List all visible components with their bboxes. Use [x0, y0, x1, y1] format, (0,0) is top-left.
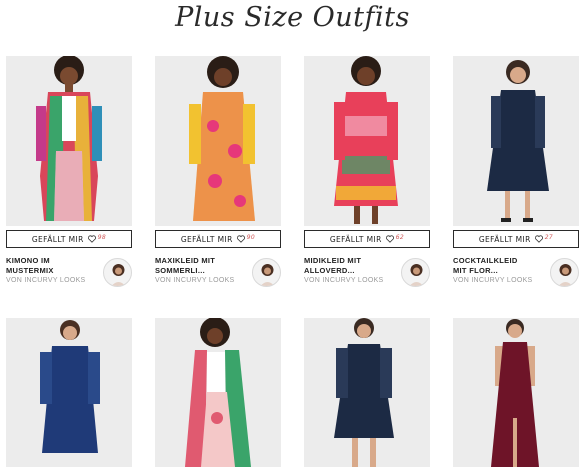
outfit-photo[interactable]	[304, 318, 430, 467]
like-button[interactable]: GEFÄLLT MIR 62	[304, 230, 430, 248]
outfit-photo[interactable]	[453, 56, 579, 226]
heart-icon	[385, 235, 394, 243]
card-title[interactable]: KIMONO IM MUSTERMIX	[6, 256, 96, 276]
like-button-label: GEFÄLLT MIR	[329, 234, 382, 244]
avatar[interactable]	[103, 258, 132, 287]
like-count: 98	[97, 233, 107, 241]
card-author[interactable]: VON INCURVY LOOKS	[304, 277, 396, 284]
like-button[interactable]: GEFÄLLT MIR 90	[155, 230, 281, 248]
like-button-label: GEFÄLLT MIR	[31, 234, 84, 244]
outfit-photo[interactable]	[155, 318, 281, 467]
like-count: 90	[246, 233, 256, 241]
outfit-photo[interactable]	[6, 318, 132, 467]
outfit-photo[interactable]	[155, 56, 281, 226]
page-title: Plus Size Outfits	[175, 2, 410, 33]
card-author[interactable]: VON INCURVY LOOKS	[155, 277, 247, 284]
card-author[interactable]: VON INCURVY LOOKS	[6, 277, 98, 284]
like-button[interactable]: GEFÄLLT MIR 27	[453, 230, 579, 248]
avatar[interactable]	[550, 258, 579, 287]
avatar[interactable]	[401, 258, 430, 287]
heart-icon	[534, 235, 543, 243]
card-title[interactable]: MIDIKLEID MIT ALLOVERD...	[304, 256, 394, 276]
outfit-photo[interactable]	[6, 56, 132, 226]
like-count: 62	[395, 233, 405, 241]
heart-icon	[236, 235, 245, 243]
heart-icon	[87, 235, 96, 243]
like-count: 27	[544, 233, 554, 241]
outfit-photo[interactable]	[453, 318, 579, 467]
like-button[interactable]: GEFÄLLT MIR 98	[6, 230, 132, 248]
outfit-photo[interactable]	[304, 56, 430, 226]
like-button-label: GEFÄLLT MIR	[478, 234, 531, 244]
like-button-label: GEFÄLLT MIR	[180, 234, 233, 244]
avatar[interactable]	[252, 258, 281, 287]
card-author[interactable]: VON INCURVY LOOKS	[453, 277, 545, 284]
card-title[interactable]: COCKTAILKLEID MIT FLOR...	[453, 256, 543, 276]
card-title[interactable]: MAXIKLEID MIT SOMMERLI...	[155, 256, 245, 276]
